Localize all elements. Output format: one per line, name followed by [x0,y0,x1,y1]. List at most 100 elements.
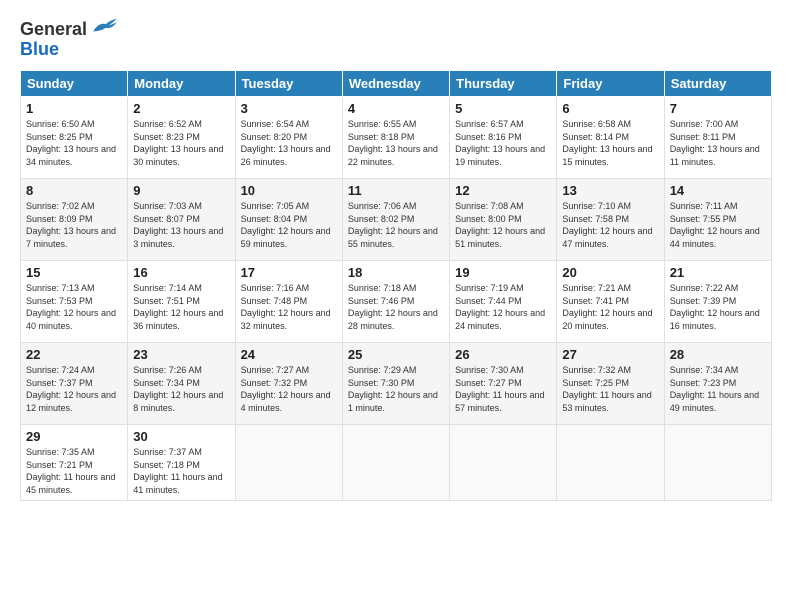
day-number: 18 [348,265,444,280]
logo-blue-text: Blue [20,39,59,59]
sunset-label: Sunset: 8:00 PM [455,214,522,224]
calendar-cell: 10 Sunrise: 7:05 AM Sunset: 8:04 PM Dayl… [235,179,342,261]
daylight-label: Daylight: 12 hours and 28 minutes. [348,308,438,331]
day-info: Sunrise: 7:13 AM Sunset: 7:53 PM Dayligh… [26,282,122,332]
daylight-label: Daylight: 13 hours and 22 minutes. [348,144,438,167]
calendar-cell: 28 Sunrise: 7:34 AM Sunset: 7:23 PM Dayl… [664,343,771,425]
sunrise-label: Sunrise: 7:10 AM [562,201,631,211]
day-number: 16 [133,265,229,280]
logo: General Blue [20,20,119,60]
sunrise-label: Sunrise: 7:30 AM [455,365,524,375]
weekday-header-monday: Monday [128,71,235,97]
calendar-cell [450,425,557,501]
sunset-label: Sunset: 8:07 PM [133,214,200,224]
calendar-cell: 15 Sunrise: 7:13 AM Sunset: 7:53 PM Dayl… [21,261,128,343]
sunset-label: Sunset: 8:11 PM [670,132,736,142]
day-number: 12 [455,183,551,198]
sunset-label: Sunset: 7:21 PM [26,460,93,470]
calendar-cell: 27 Sunrise: 7:32 AM Sunset: 7:25 PM Dayl… [557,343,664,425]
daylight-label: Daylight: 12 hours and 40 minutes. [26,308,116,331]
sunset-label: Sunset: 8:20 PM [241,132,308,142]
calendar-cell: 5 Sunrise: 6:57 AM Sunset: 8:16 PM Dayli… [450,97,557,179]
day-info: Sunrise: 7:34 AM Sunset: 7:23 PM Dayligh… [670,364,766,414]
day-info: Sunrise: 7:26 AM Sunset: 7:34 PM Dayligh… [133,364,229,414]
calendar-cell: 1 Sunrise: 6:50 AM Sunset: 8:25 PM Dayli… [21,97,128,179]
sunrise-label: Sunrise: 7:34 AM [670,365,739,375]
day-number: 17 [241,265,337,280]
day-number: 15 [26,265,122,280]
day-number: 9 [133,183,229,198]
sunset-label: Sunset: 8:14 PM [562,132,629,142]
day-info: Sunrise: 6:52 AM Sunset: 8:23 PM Dayligh… [133,118,229,168]
sunset-label: Sunset: 8:04 PM [241,214,308,224]
calendar-cell: 22 Sunrise: 7:24 AM Sunset: 7:37 PM Dayl… [21,343,128,425]
sunset-label: Sunset: 7:30 PM [348,378,415,388]
calendar-cell [664,425,771,501]
sunset-label: Sunset: 7:51 PM [133,296,200,306]
sunrise-label: Sunrise: 7:06 AM [348,201,417,211]
logo-general-text: General [20,19,87,39]
sunset-label: Sunset: 7:46 PM [348,296,415,306]
sunrise-label: Sunrise: 7:13 AM [26,283,95,293]
sunrise-label: Sunrise: 6:55 AM [348,119,417,129]
weekday-header-wednesday: Wednesday [342,71,449,97]
day-number: 11 [348,183,444,198]
daylight-label: Daylight: 11 hours and 53 minutes. [562,390,651,413]
daylight-label: Daylight: 11 hours and 41 minutes. [133,472,222,495]
day-info: Sunrise: 7:14 AM Sunset: 7:51 PM Dayligh… [133,282,229,332]
calendar-cell: 16 Sunrise: 7:14 AM Sunset: 7:51 PM Dayl… [128,261,235,343]
calendar-cell [342,425,449,501]
calendar-cell [557,425,664,501]
day-info: Sunrise: 6:50 AM Sunset: 8:25 PM Dayligh… [26,118,122,168]
sunset-label: Sunset: 7:39 PM [670,296,737,306]
daylight-label: Daylight: 12 hours and 8 minutes. [133,390,223,413]
calendar-cell: 29 Sunrise: 7:35 AM Sunset: 7:21 PM Dayl… [21,425,128,501]
calendar-cell: 14 Sunrise: 7:11 AM Sunset: 7:55 PM Dayl… [664,179,771,261]
day-number: 13 [562,183,658,198]
day-info: Sunrise: 7:37 AM Sunset: 7:18 PM Dayligh… [133,446,229,496]
sunrise-label: Sunrise: 6:58 AM [562,119,631,129]
day-info: Sunrise: 7:05 AM Sunset: 8:04 PM Dayligh… [241,200,337,250]
daylight-label: Daylight: 11 hours and 57 minutes. [455,390,544,413]
sunset-label: Sunset: 7:25 PM [562,378,629,388]
sunrise-label: Sunrise: 7:05 AM [241,201,310,211]
sunset-label: Sunset: 8:25 PM [26,132,93,142]
daylight-label: Daylight: 11 hours and 45 minutes. [26,472,115,495]
day-info: Sunrise: 7:22 AM Sunset: 7:39 PM Dayligh… [670,282,766,332]
day-number: 6 [562,101,658,116]
sunrise-label: Sunrise: 7:27 AM [241,365,310,375]
sunrise-label: Sunrise: 7:32 AM [562,365,631,375]
sunrise-label: Sunrise: 7:37 AM [133,447,202,457]
sunset-label: Sunset: 7:41 PM [562,296,629,306]
sunset-label: Sunset: 7:34 PM [133,378,200,388]
daylight-label: Daylight: 13 hours and 15 minutes. [562,144,652,167]
day-info: Sunrise: 7:29 AM Sunset: 7:30 PM Dayligh… [348,364,444,414]
day-number: 8 [26,183,122,198]
daylight-label: Daylight: 13 hours and 11 minutes. [670,144,760,167]
day-info: Sunrise: 7:30 AM Sunset: 7:27 PM Dayligh… [455,364,551,414]
calendar-cell: 24 Sunrise: 7:27 AM Sunset: 7:32 PM Dayl… [235,343,342,425]
day-info: Sunrise: 7:19 AM Sunset: 7:44 PM Dayligh… [455,282,551,332]
daylight-label: Daylight: 12 hours and 59 minutes. [241,226,331,249]
sunset-label: Sunset: 7:58 PM [562,214,629,224]
day-number: 22 [26,347,122,362]
sunrise-label: Sunrise: 6:54 AM [241,119,310,129]
weekday-header-saturday: Saturday [664,71,771,97]
calendar-cell [235,425,342,501]
sunrise-label: Sunrise: 7:03 AM [133,201,202,211]
calendar-cell: 25 Sunrise: 7:29 AM Sunset: 7:30 PM Dayl… [342,343,449,425]
calendar-cell: 13 Sunrise: 7:10 AM Sunset: 7:58 PM Dayl… [557,179,664,261]
calendar-table: SundayMondayTuesdayWednesdayThursdayFrid… [20,70,772,501]
daylight-label: Daylight: 12 hours and 44 minutes. [670,226,760,249]
sunset-label: Sunset: 8:23 PM [133,132,200,142]
sunset-label: Sunset: 7:55 PM [670,214,737,224]
day-number: 4 [348,101,444,116]
sunset-label: Sunset: 7:32 PM [241,378,308,388]
calendar-cell: 23 Sunrise: 7:26 AM Sunset: 7:34 PM Dayl… [128,343,235,425]
sunrise-label: Sunrise: 7:16 AM [241,283,310,293]
day-number: 20 [562,265,658,280]
title-area [119,16,772,18]
daylight-label: Daylight: 12 hours and 1 minute. [348,390,438,413]
sunrise-label: Sunrise: 6:52 AM [133,119,202,129]
day-number: 21 [670,265,766,280]
